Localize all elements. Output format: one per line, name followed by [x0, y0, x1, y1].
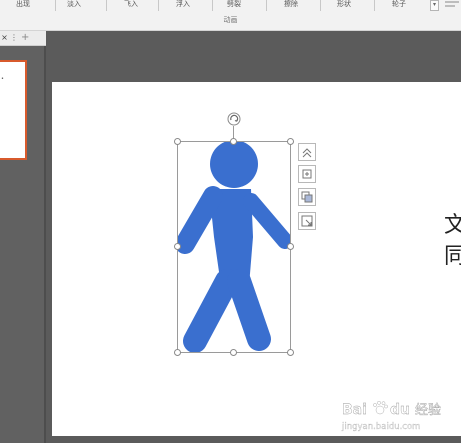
animation-split[interactable]: 劈裂: [227, 0, 241, 11]
animation-float-in[interactable]: 浮入: [176, 0, 190, 11]
animation-wipe[interactable]: 擦除: [284, 0, 298, 11]
pane-menu-icon[interactable]: ⋮: [10, 33, 18, 42]
slide-thumbnail-1[interactable]: •: [0, 60, 27, 160]
ribbon-divider: [158, 0, 159, 11]
animation-wheel[interactable]: 轮子: [392, 0, 406, 11]
resize-handle-left[interactable]: [174, 243, 181, 250]
resize-handle-right[interactable]: [287, 243, 294, 250]
watermark-suffix: 经验: [415, 402, 441, 418]
slide-text-line-2[interactable]: 同: [444, 244, 461, 270]
resize-handle-bottom-left[interactable]: [174, 349, 181, 356]
resize-handle-bottom[interactable]: [230, 349, 237, 356]
pane-tabstrip: × ⋮ +: [0, 31, 46, 46]
gallery-more-button[interactable]: ▾: [430, 0, 439, 11]
crop-icon: [301, 215, 313, 227]
collapse-toolbar-button[interactable]: [298, 143, 316, 161]
editor-top-gap: [46, 31, 461, 46]
resize-handle-top-right[interactable]: [287, 138, 294, 145]
fill-layers-icon: [301, 191, 313, 203]
ribbon-divider: [374, 0, 375, 11]
slide-thumbnail-pane: •: [0, 46, 44, 443]
add-shape-icon: [302, 169, 312, 179]
rotate-handle-icon[interactable]: [227, 112, 241, 126]
ribbon-divider: [212, 0, 213, 11]
effect-options-edge[interactable]: [443, 0, 461, 12]
watermark-url: jingyan.baidu.com: [341, 422, 420, 432]
ribbon-divider: [55, 0, 56, 11]
shape-crop-button[interactable]: [298, 212, 316, 230]
shape-fill-button[interactable]: [298, 188, 316, 206]
watermark-brand-2: du: [390, 402, 410, 418]
effect-options-icon: [445, 1, 459, 7]
baidu-watermark: Bai du 经验 jingyan.baidu.com: [340, 398, 458, 434]
animation-ribbon: 出现 淡入 飞入 浮入 劈裂 擦除 形状 轮子 ▾ 动画: [0, 0, 461, 31]
animation-appear[interactable]: 出现: [16, 0, 30, 11]
animation-shape[interactable]: 形状: [337, 0, 351, 11]
watermark-brand: Bai: [342, 402, 367, 418]
resize-handle-top-left[interactable]: [174, 138, 181, 145]
baidu-logo: Bai du 经验 jingyan.baidu.com: [341, 400, 441, 432]
resize-handle-top[interactable]: [230, 138, 237, 145]
close-pane-icon[interactable]: ×: [0, 33, 9, 42]
animation-gallery: 出现 淡入 飞入 浮入 劈裂 擦除 形状 轮子 ▾: [0, 0, 461, 12]
presentation-app-window: 出现 淡入 飞入 浮入 劈裂 擦除 形状 轮子 ▾ 动画 × ⋮ + • 文 同…: [0, 0, 461, 443]
ribbon-group-label: 动画: [223, 16, 238, 24]
animation-fade[interactable]: 淡入: [67, 0, 81, 11]
slide-text-line-1[interactable]: 文: [444, 213, 461, 239]
add-tab-icon[interactable]: +: [21, 32, 31, 43]
resize-handle-bottom-right[interactable]: [287, 349, 294, 356]
animation-fly-in[interactable]: 飞入: [124, 0, 138, 11]
ribbon-divider: [106, 0, 107, 11]
ribbon-divider: [266, 0, 267, 11]
pane-splitter[interactable]: [44, 46, 46, 443]
double-chevron-up-icon: [302, 148, 312, 158]
shape-selection-frame: [177, 141, 291, 353]
thumbnail-bullet: •: [1, 76, 4, 82]
paw-icon: [373, 400, 388, 415]
ribbon-divider: [320, 0, 321, 11]
shape-layers-button[interactable]: [298, 165, 316, 183]
